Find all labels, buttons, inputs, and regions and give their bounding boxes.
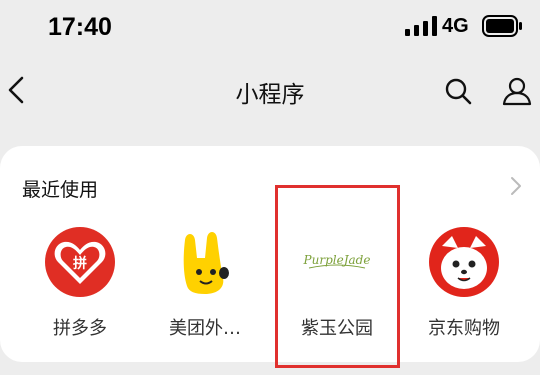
status-bar: 17:40 4G	[0, 0, 540, 55]
app-label: 美团外…	[169, 318, 241, 339]
chevron-right-icon[interactable]	[510, 176, 522, 196]
purple-jade-icon: PurpleJade	[303, 253, 370, 269]
user-icon[interactable]	[502, 76, 532, 106]
app-label: 拼多多	[53, 318, 107, 339]
battery-icon	[482, 15, 522, 37]
navigation-bar: 小程序	[0, 62, 540, 120]
meituan-waimai-icon	[183, 232, 229, 294]
pinduoduo-icon: 拼	[45, 227, 115, 297]
signal-icon	[405, 16, 437, 36]
recent-card: 最近使用 拼 拼多多 美团外… PurpleJade 紫玉公园 京东购物	[0, 146, 540, 362]
recent-heading: 最近使用	[22, 179, 99, 201]
svg-text:拼: 拼	[73, 255, 87, 272]
jd-shopping-icon	[429, 227, 499, 297]
network-type: 4G	[442, 15, 469, 37]
app-meituan-waimai[interactable]: 美团外…	[145, 226, 265, 346]
app-purple-jade-park[interactable]: PurpleJade 紫玉公园	[277, 226, 397, 346]
app-jd-shopping[interactable]: 京东购物	[404, 226, 524, 346]
app-pinduoduo[interactable]: 拼 拼多多	[20, 226, 140, 346]
app-label: 紫玉公园	[301, 318, 373, 339]
status-time: 17:40	[48, 13, 112, 41]
app-label: 京东购物	[428, 318, 500, 339]
search-icon[interactable]	[444, 77, 472, 105]
